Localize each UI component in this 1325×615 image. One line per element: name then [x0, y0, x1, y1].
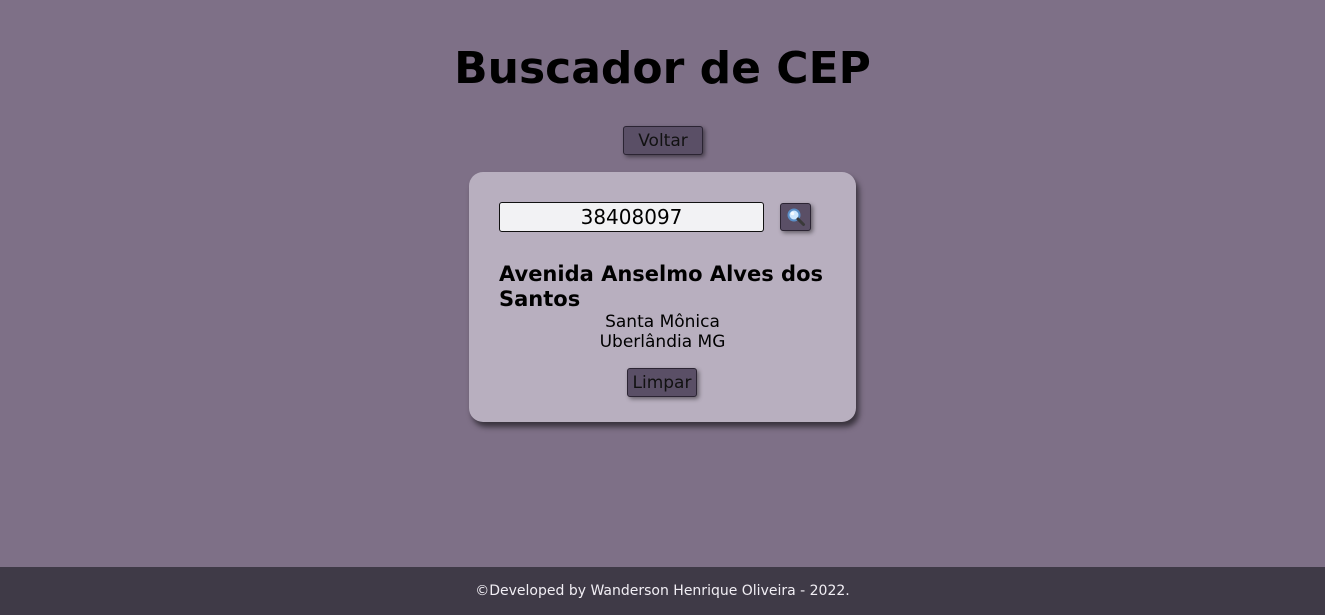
street-name: Avenida Anselmo Alves dos Santos [499, 262, 824, 311]
magnifier-icon [787, 208, 805, 226]
footer: ©Developed by Wanderson Henrique Oliveir… [0, 567, 1325, 615]
clear-button[interactable]: Limpar [627, 368, 697, 397]
back-button[interactable]: Voltar [623, 126, 703, 155]
cep-input[interactable] [499, 202, 764, 232]
neighborhood: Santa Mônica [605, 312, 720, 332]
search-button[interactable] [780, 203, 811, 231]
city-state: Uberlândia MG [599, 332, 726, 352]
page-title: Buscador de CEP [454, 43, 871, 94]
cep-result-card: Avenida Anselmo Alves dos Santos Santa M… [469, 172, 856, 422]
footer-credit: ©Developed by Wanderson Henrique Oliveir… [475, 583, 850, 599]
